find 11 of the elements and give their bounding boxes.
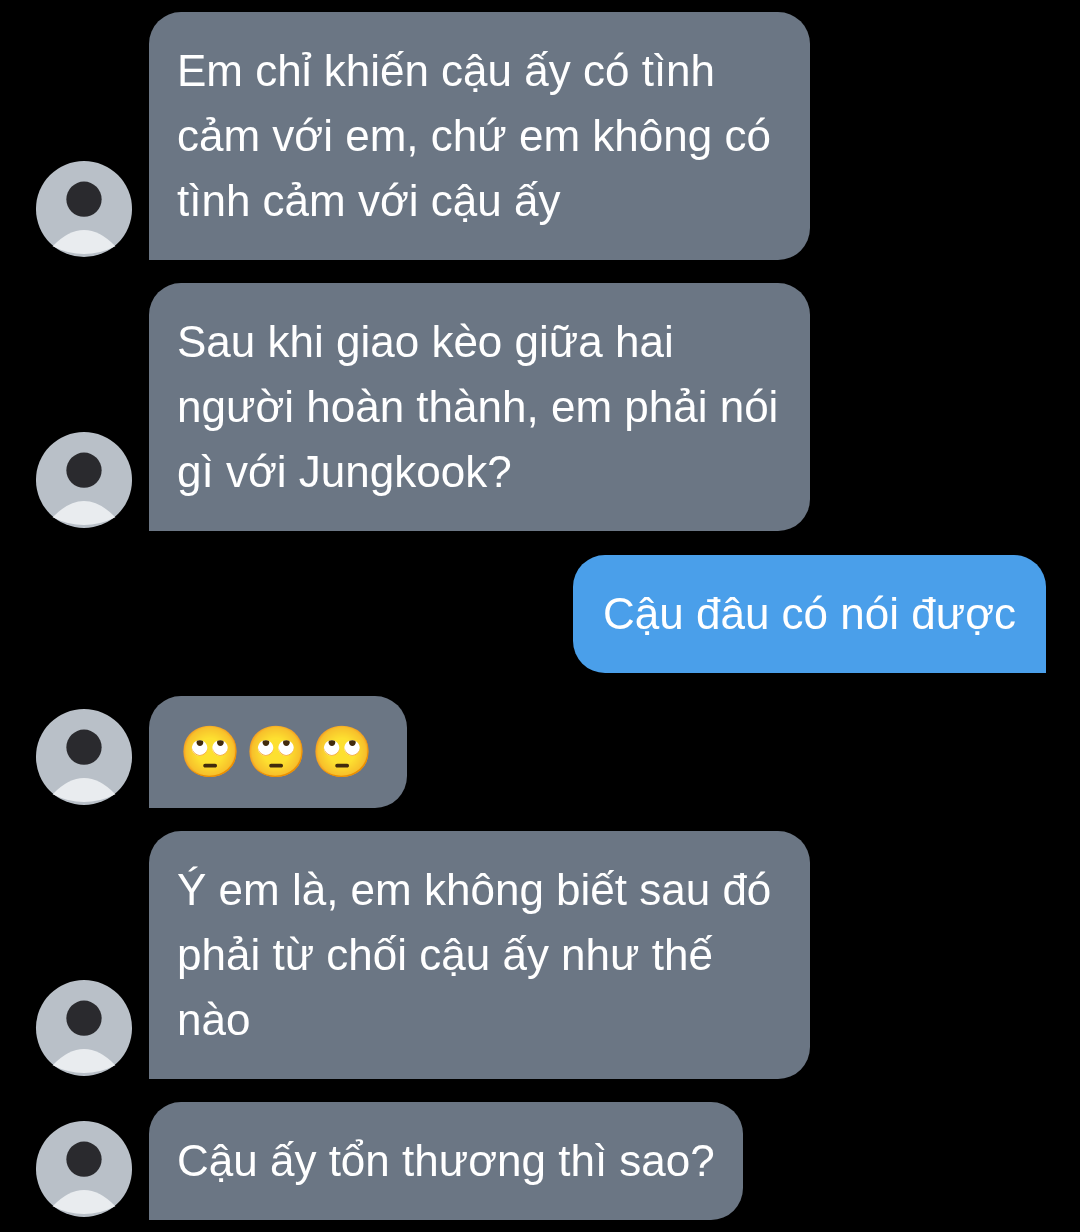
avatar-icon xyxy=(35,431,133,529)
message-bubble: Sau khi giao kèo giữa hai người hoàn thành, em phải nói gì với Jungkook? xyxy=(149,283,810,531)
message-bubble: Em chỉ khiến cậu ấy có tình cảm với em, chứ em không có tình cảm với cậu ấy xyxy=(149,12,810,260)
message-bubble: Ý em là, em không biết sau đó phải từ chối cậu ấy như thế nào xyxy=(149,831,810,1079)
avatar-icon xyxy=(35,160,133,258)
avatar-icon xyxy=(35,979,133,1077)
avatar-icon xyxy=(35,1120,133,1218)
message-bubble: Cậu ấy tổn thương thì sao? xyxy=(149,1102,743,1220)
avatar-icon xyxy=(35,708,133,806)
message-bubble: Cậu đâu có nói được xyxy=(573,555,1046,673)
message-bubble: 🙄🙄🙄 xyxy=(149,696,407,808)
